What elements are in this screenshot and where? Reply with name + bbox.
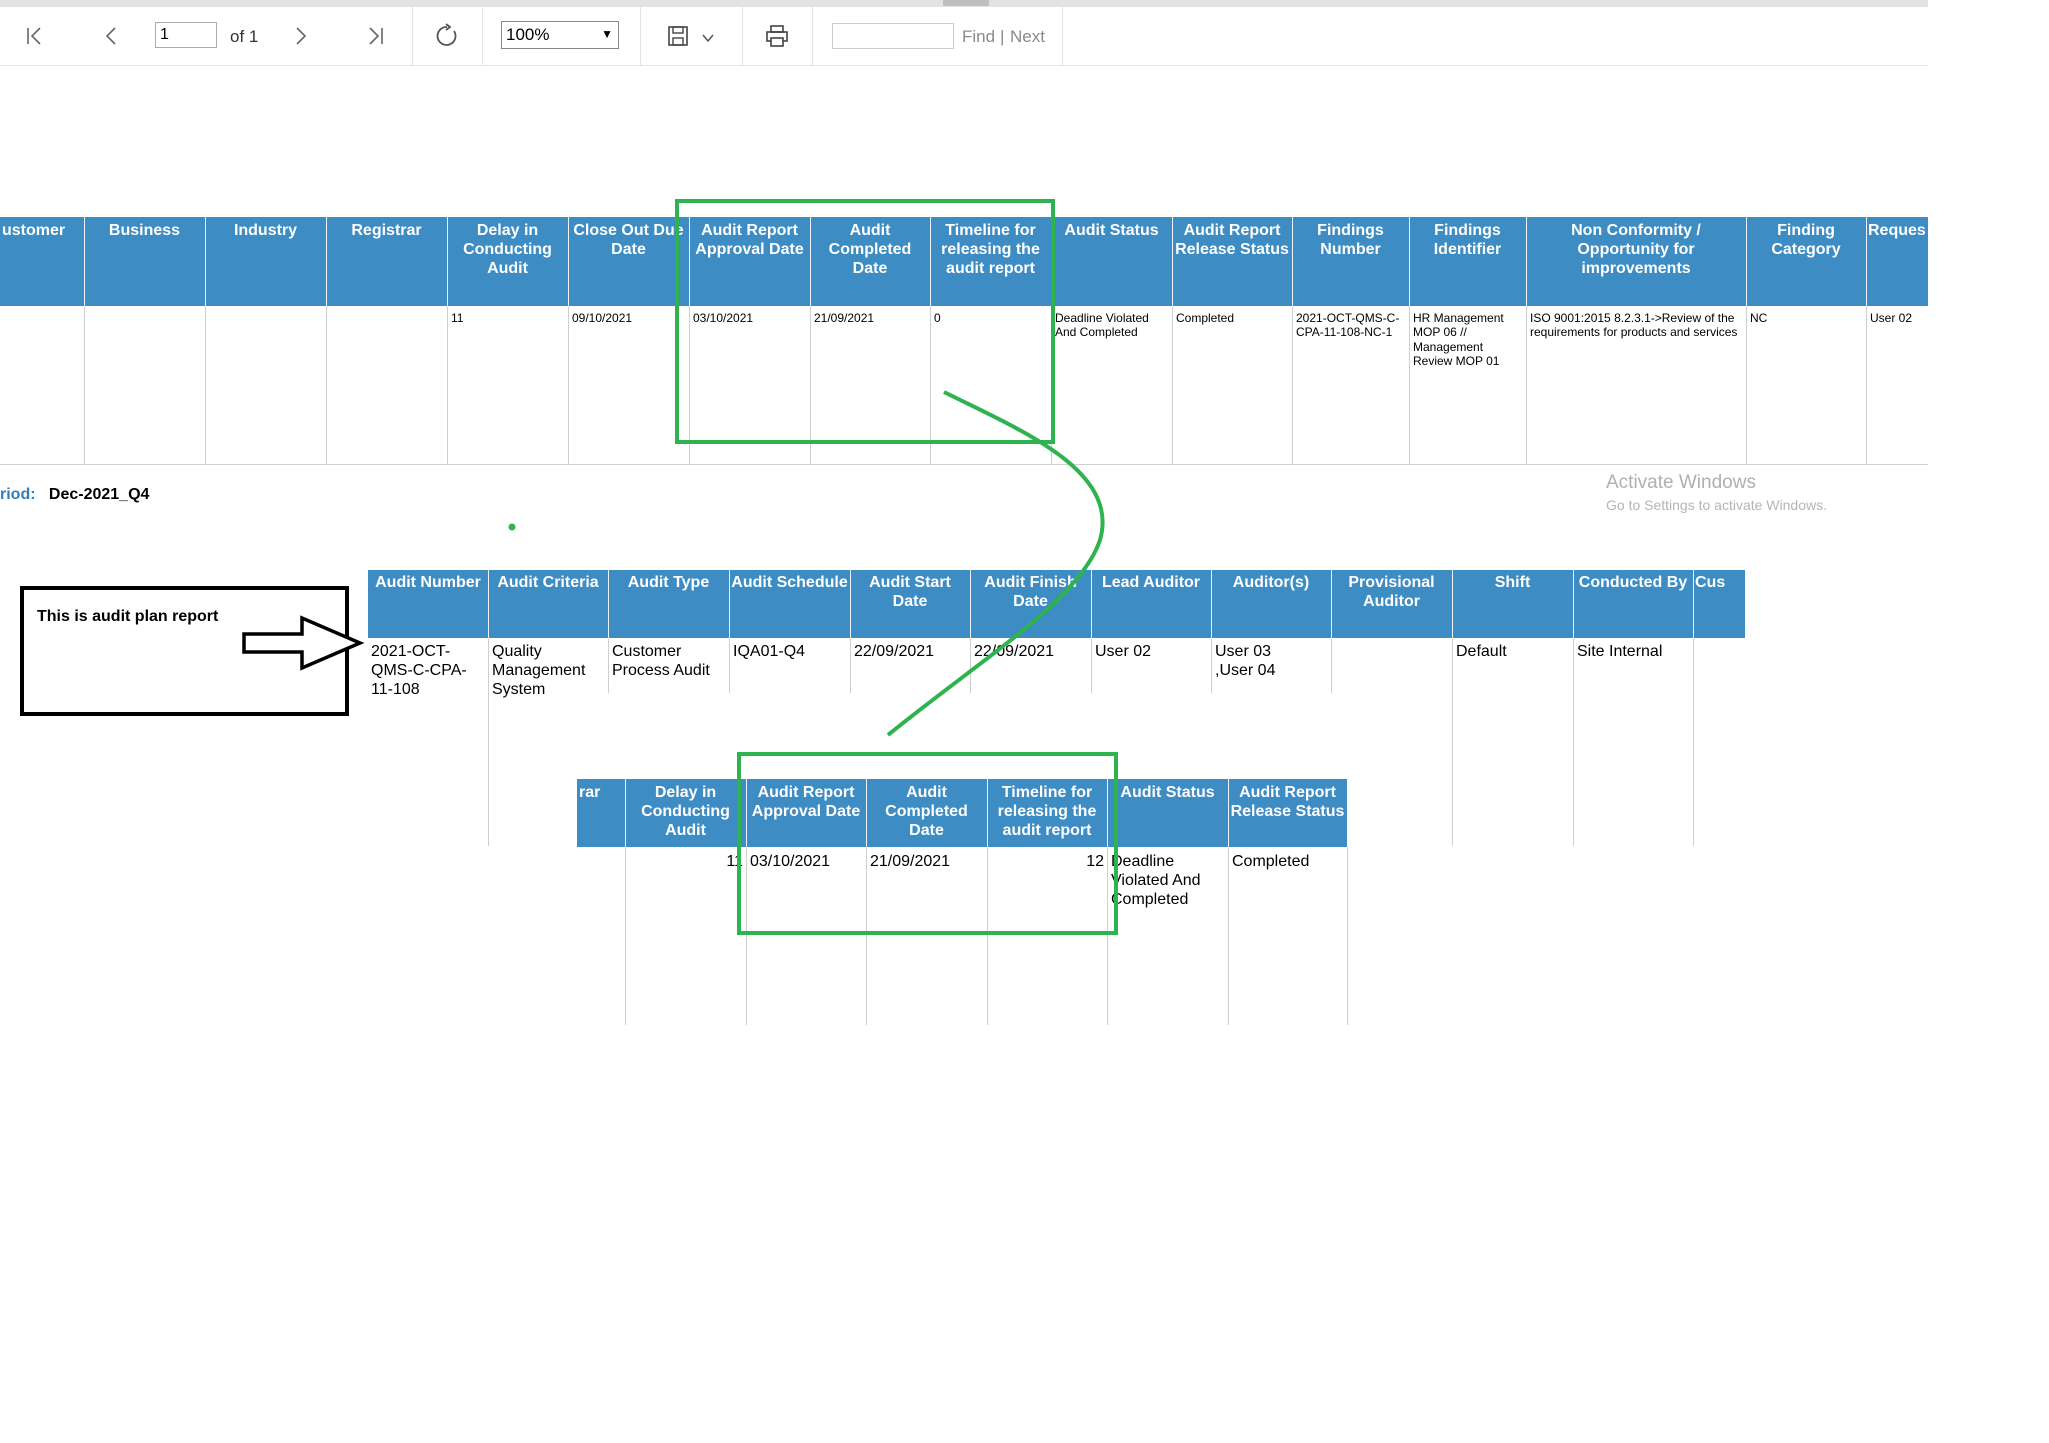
connector-curve: [886, 390, 1105, 737]
arrow-right-icon: [242, 615, 365, 671]
annotation-overlay: [242, 390, 1105, 737]
annotation-dot: [508, 523, 516, 531]
